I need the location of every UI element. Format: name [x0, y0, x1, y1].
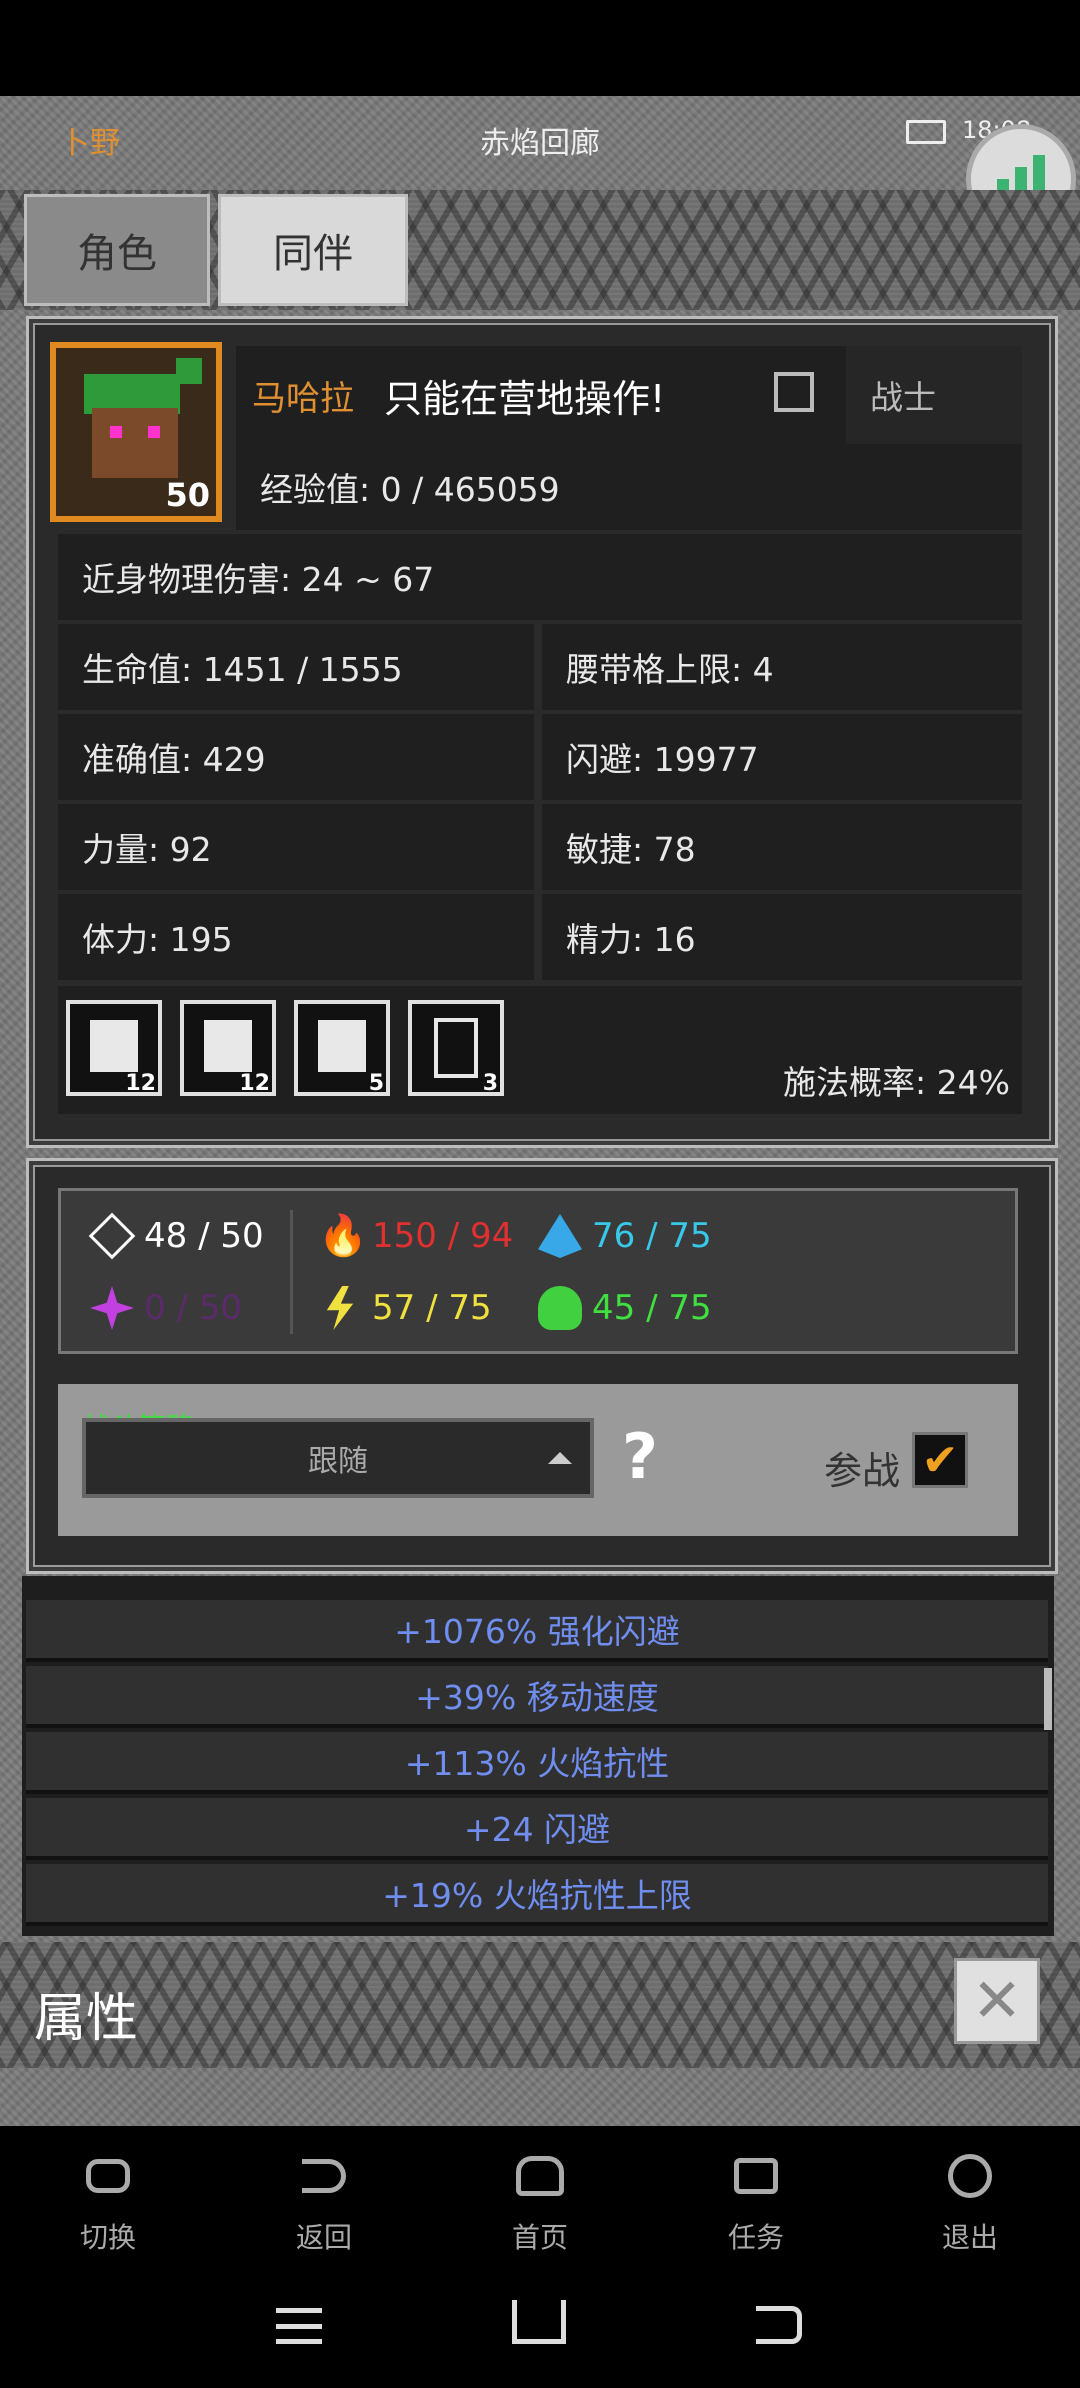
attribute-item: +24 闪避 — [26, 1798, 1048, 1860]
strength-stat: 力量: 92 — [58, 804, 534, 890]
portrait-frame[interactable]: 50 — [50, 342, 222, 522]
shield-icon — [88, 1212, 136, 1260]
arcane-star-icon — [90, 1286, 134, 1330]
belt-stat: 腰带格上限: 4 — [542, 624, 1022, 710]
accuracy-stat: 准确值: 429 — [58, 714, 534, 800]
attribute-item: +1076% 强化闪避 — [26, 1600, 1048, 1662]
arcane-resist: 0 / 50 — [90, 1286, 242, 1330]
ice-icon — [538, 1214, 582, 1258]
fire-resist: 🔥 150 / 94 — [318, 1213, 514, 1259]
home-icon — [510, 2146, 570, 2206]
class-label: 战士 — [846, 346, 1022, 444]
edit-icon[interactable] — [774, 372, 814, 412]
hp-stat: 生命值: 1451 / 1555 — [58, 624, 534, 710]
attribute-item: +113% 火焰抗性 — [26, 1732, 1048, 1794]
skill-slot-2[interactable]: 12 — [180, 1000, 276, 1096]
exp-row: 经验值: 0 / 465059 — [236, 444, 1022, 530]
agility-stat: 敏捷: 78 — [542, 804, 1022, 890]
attribute-item: +39% 移动速度 — [26, 1666, 1048, 1728]
strategy-dropdown[interactable]: 跟随 — [82, 1418, 594, 1498]
close-icon: ✕ — [971, 1966, 1023, 2036]
nav-exit-button[interactable]: 退出 — [900, 2146, 1040, 2256]
skill-slot-3[interactable]: 5 — [294, 1000, 390, 1096]
top-bar — [0, 0, 1080, 96]
lightning-icon — [326, 1286, 354, 1330]
close-button[interactable]: ✕ — [954, 1958, 1040, 2044]
tab-character[interactable]: 角色 — [24, 194, 210, 306]
scrollbar[interactable] — [1044, 1668, 1052, 1730]
back-arrow-icon — [294, 2146, 354, 2206]
attribute-panel-title: 属性 — [34, 1989, 139, 2049]
lightning-resist: 57 / 75 — [318, 1286, 492, 1330]
stamina-stat: 体力: 195 — [58, 894, 534, 980]
help-icon[interactable]: ? — [622, 1420, 658, 1493]
cast-rate: 施法概率: 24% — [783, 1063, 1010, 1102]
energy-stat: 精力: 16 — [542, 894, 1022, 980]
menu-icon[interactable] — [276, 2308, 322, 2344]
poison-resist: 45 / 75 — [538, 1286, 712, 1330]
melee-damage: 近身物理伤害: 24 ~ 67 — [58, 534, 1022, 620]
resistance-divider — [290, 1210, 293, 1334]
nav-switch-button[interactable]: 切换 — [38, 2146, 178, 2256]
fire-icon: 🔥 — [318, 1213, 368, 1259]
tab-companion[interactable]: 同伴 — [218, 194, 408, 306]
join-battle-label: 参战 — [824, 1449, 901, 1493]
ice-resist: 76 / 75 — [538, 1214, 712, 1258]
skull-icon — [538, 1286, 582, 1330]
physical-resist: 48 / 50 — [88, 1212, 264, 1260]
battery-icon — [906, 120, 946, 144]
nav-task-button[interactable]: 任务 — [686, 2146, 826, 2256]
switch-icon — [78, 2146, 138, 2206]
system-home-icon[interactable] — [512, 2300, 566, 2344]
avatar: 50 — [56, 348, 216, 516]
task-icon — [726, 2146, 786, 2206]
nav-back-button[interactable]: 返回 — [254, 2146, 394, 2256]
join-battle-checkbox[interactable]: ✔ — [912, 1432, 968, 1488]
skill-slot-1[interactable]: 12 — [66, 1000, 162, 1096]
attribute-item: +19% 火焰抗性上限 — [26, 1864, 1048, 1926]
chevron-up-icon — [548, 1452, 572, 1464]
character-name: 马哈拉 — [252, 378, 354, 419]
nav-home-button[interactable]: 首页 — [470, 2146, 610, 2256]
system-back-icon[interactable] — [756, 2306, 802, 2344]
dodge-stat: 闪避: 19977 — [542, 714, 1022, 800]
level-badge: 50 — [165, 476, 210, 514]
exit-icon — [940, 2146, 1000, 2206]
attribute-band — [0, 1942, 1080, 2068]
camp-notice: 只能在营地操作! — [384, 376, 666, 421]
skill-slot-4[interactable]: 3 — [408, 1000, 504, 1096]
